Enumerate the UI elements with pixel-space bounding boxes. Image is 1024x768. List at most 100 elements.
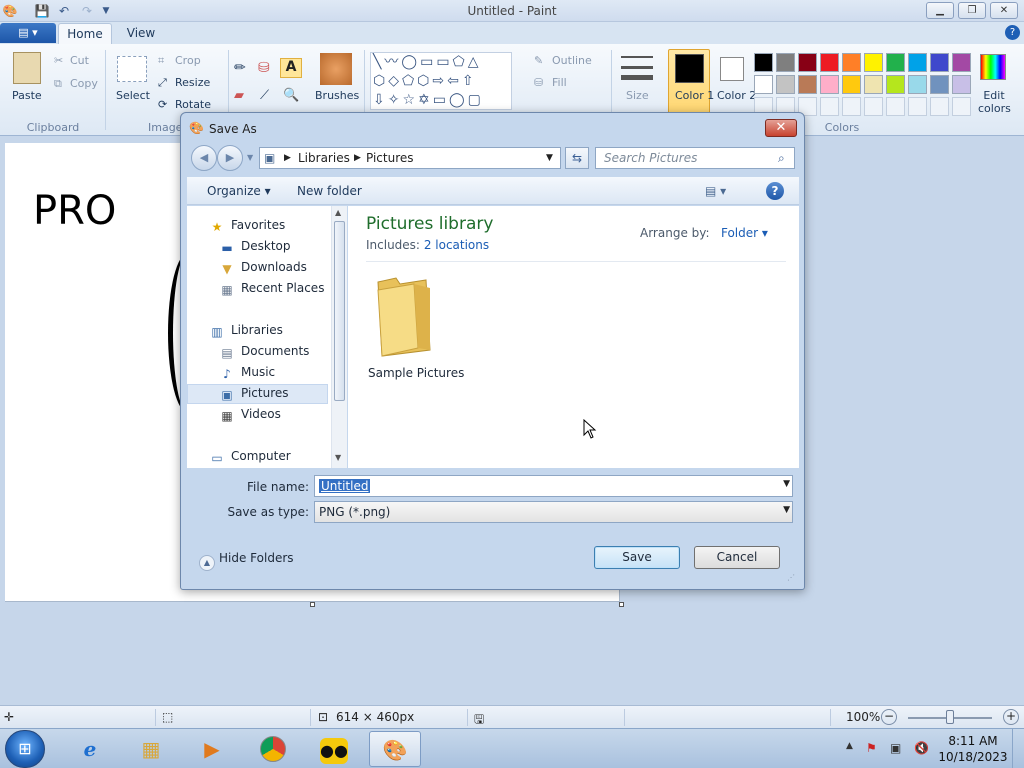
- scroll-down-icon[interactable]: ▼: [335, 453, 341, 462]
- search-icon[interactable]: ⌕: [778, 151, 785, 166]
- nav-item-documents[interactable]: ▤ Documents: [219, 344, 309, 363]
- breadcrumb-arrow-icon[interactable]: ▶: [354, 153, 361, 163]
- recent-pages-icon[interactable]: ▼: [247, 153, 253, 162]
- palette-swatch[interactable]: [776, 75, 795, 94]
- nav-item-computer[interactable]: ▭ Computer: [209, 449, 290, 468]
- forward-button[interactable]: ▶: [217, 145, 243, 171]
- palette-swatch[interactable]: [776, 53, 795, 72]
- scroll-up-icon[interactable]: ▲: [335, 208, 341, 217]
- palette-swatch[interactable]: [820, 53, 839, 72]
- text-tool-icon[interactable]: A: [280, 58, 302, 78]
- media-player-icon[interactable]: ▶: [186, 731, 238, 767]
- select-button[interactable]: Select: [116, 89, 150, 102]
- palette-swatch[interactable]: [842, 75, 861, 94]
- minimize-button[interactable]: ▁: [926, 2, 954, 19]
- address-dropdown-icon[interactable]: ▼: [546, 153, 553, 163]
- palette-swatch[interactable]: [798, 53, 817, 72]
- eraser-icon[interactable]: ▰: [234, 88, 244, 103]
- nav-item-favorites[interactable]: ★ Favorites: [209, 218, 286, 237]
- palette-swatch[interactable]: [886, 75, 905, 94]
- palette-swatch[interactable]: [952, 75, 971, 94]
- shapes-gallery[interactable]: ╲〰◯▭▭⬠△ ⬡◇⬠⬡⇨⇦⇧ ⇩✧☆✡▭◯▢: [370, 52, 512, 110]
- zoom-out-button[interactable]: −: [881, 709, 897, 725]
- maximize-button[interactable]: ❐: [958, 2, 986, 19]
- palette-swatch[interactable]: [864, 75, 883, 94]
- explorer-icon[interactable]: ▦: [125, 731, 177, 767]
- nav-item-pictures[interactable]: ▣ Pictures: [219, 386, 288, 405]
- edit-colors-button[interactable]: Edit colors: [978, 89, 1011, 115]
- color-picker-icon[interactable]: ⟋: [260, 88, 269, 103]
- paste-icon[interactable]: [13, 52, 41, 84]
- palette-swatch[interactable]: [842, 53, 861, 72]
- palette-swatch[interactable]: [798, 75, 817, 94]
- brushes-button[interactable]: Brushes: [315, 89, 359, 102]
- copy-button[interactable]: Copy: [70, 77, 98, 90]
- ie-icon[interactable]: e: [64, 731, 116, 767]
- help-icon[interactable]: ?: [1005, 25, 1020, 40]
- palette-swatch[interactable]: [930, 53, 949, 72]
- pencil-icon[interactable]: ✏: [234, 60, 246, 76]
- new-folder-button[interactable]: New folder: [297, 184, 362, 198]
- nav-scrollbar[interactable]: ▲ ▼: [331, 206, 347, 468]
- save-button[interactable]: Save: [594, 546, 680, 569]
- cancel-button[interactable]: Cancel: [694, 546, 780, 569]
- zoom-in-button[interactable]: +: [1003, 709, 1019, 725]
- folder-item-label[interactable]: Sample Pictures: [368, 366, 464, 380]
- includes-locations-link[interactable]: 2 locations: [424, 238, 489, 252]
- clock[interactable]: 8:11 AM 10/18/2023: [938, 733, 1008, 765]
- breadcrumb-pictures[interactable]: Pictures: [366, 151, 414, 165]
- edit-colors-icon[interactable]: [980, 54, 1006, 80]
- custom-color-slot[interactable]: [886, 97, 905, 116]
- folder-icon[interactable]: [374, 270, 434, 362]
- palette-swatch[interactable]: [754, 75, 773, 94]
- rotate-button[interactable]: Rotate: [175, 98, 211, 111]
- nav-item-music[interactable]: ♪ Music: [219, 365, 275, 384]
- file-list-pane[interactable]: Pictures library Includes: 2 locations A…: [348, 206, 799, 468]
- nav-item-libraries[interactable]: ▥ Libraries: [209, 323, 283, 342]
- tab-home[interactable]: Home: [58, 23, 112, 44]
- palette-swatch[interactable]: [908, 75, 927, 94]
- nav-item-downloads[interactable]: ▼ Downloads: [219, 260, 307, 279]
- breadcrumb-arrow-icon[interactable]: ▶: [284, 153, 291, 163]
- show-hidden-icons[interactable]: ▲: [846, 741, 853, 751]
- panda-icon[interactable]: ●●: [308, 731, 360, 767]
- dialog-close-button[interactable]: ✕: [765, 119, 797, 137]
- cut-button[interactable]: Cut: [70, 54, 89, 67]
- save-type-select[interactable]: PNG (*.png) ▼: [314, 501, 793, 523]
- magnifier-icon[interactable]: 🔍: [283, 88, 299, 103]
- brushes-icon[interactable]: [320, 53, 352, 85]
- palette-swatch[interactable]: [908, 53, 927, 72]
- nav-item-desktop[interactable]: ▬ Desktop: [219, 239, 290, 258]
- palette-swatch[interactable]: [820, 75, 839, 94]
- resize-button[interactable]: Resize: [175, 76, 210, 89]
- palette-swatch[interactable]: [952, 53, 971, 72]
- outline-button[interactable]: Outline: [552, 54, 592, 67]
- palette-swatch[interactable]: [754, 53, 773, 72]
- refresh-button[interactable]: ⇆: [565, 147, 589, 169]
- nav-item-videos[interactable]: ▦ Videos: [219, 407, 281, 426]
- paint-menu-button[interactable]: ▤ ▾: [0, 23, 56, 43]
- palette-swatch[interactable]: [886, 53, 905, 72]
- fill-bucket-icon[interactable]: ⛁: [258, 60, 270, 76]
- paint-icon[interactable]: 🎨: [369, 731, 421, 767]
- arrange-by-dropdown[interactable]: Folder ▾: [721, 226, 768, 240]
- paste-button[interactable]: Paste: [12, 89, 42, 102]
- custom-color-slot[interactable]: [864, 97, 883, 116]
- shape-fill-button[interactable]: Fill: [552, 76, 567, 89]
- tab-view[interactable]: View: [118, 23, 164, 44]
- file-name-input[interactable]: Untitled ▼: [314, 475, 793, 497]
- file-name-dropdown-icon[interactable]: ▼: [783, 479, 790, 489]
- search-input[interactable]: Search Pictures ⌕: [595, 147, 795, 169]
- organize-button[interactable]: Organize ▾: [207, 184, 271, 198]
- breadcrumb-libraries[interactable]: Libraries: [298, 151, 350, 165]
- zoom-slider-thumb[interactable]: [946, 710, 954, 724]
- volume-muted-icon[interactable]: 🔇: [914, 741, 929, 755]
- network-icon[interactable]: ▣: [890, 741, 901, 755]
- resize-handle-corner[interactable]: [619, 602, 624, 607]
- action-center-icon[interactable]: ⚑: [866, 741, 877, 755]
- dialog-help-icon[interactable]: ?: [766, 182, 784, 200]
- custom-color-slot[interactable]: [952, 97, 971, 116]
- palette-swatch[interactable]: [930, 75, 949, 94]
- save-type-dropdown-icon[interactable]: ▼: [783, 505, 790, 515]
- resize-grip-icon[interactable]: ⋰: [787, 573, 795, 582]
